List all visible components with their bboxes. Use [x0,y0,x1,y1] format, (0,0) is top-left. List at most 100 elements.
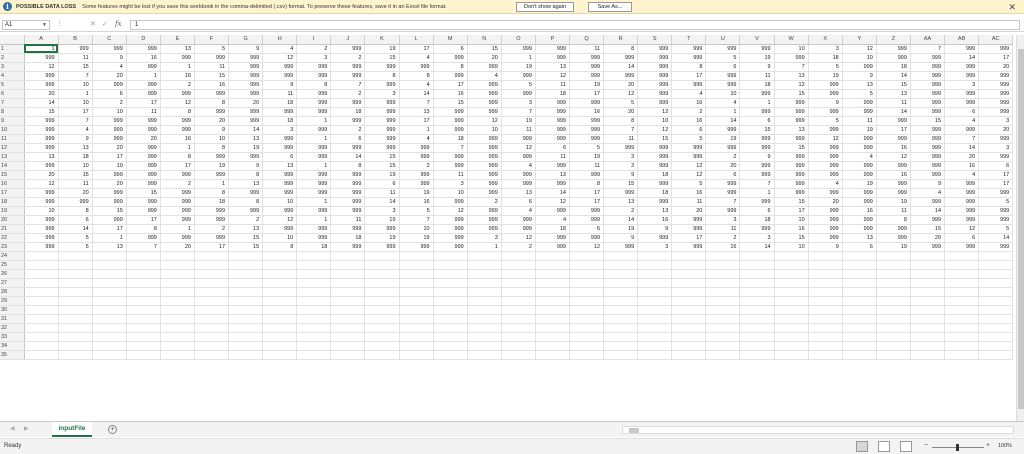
cell[interactable]: 8 [194,143,230,153]
cell[interactable]: 999 [603,188,639,198]
cell[interactable]: 999 [535,161,571,171]
cell[interactable]: 999 [433,224,468,234]
cell[interactable]: 999 [433,242,468,252]
cell[interactable]: 999 [910,242,946,252]
row-header[interactable]: 28 [0,287,25,297]
cell[interactable]: 999 [194,89,230,99]
cell[interactable] [228,251,264,261]
cell[interactable]: 999 [569,134,605,144]
cell[interactable]: 999 [910,71,946,81]
column-header[interactable]: O [501,35,536,45]
cell[interactable] [535,341,571,351]
column-header[interactable]: F [194,35,230,45]
cell[interactable]: 14 [399,89,434,99]
cell[interactable]: 2 [330,125,366,135]
cell[interactable]: 10 [467,125,502,135]
cell[interactable]: 999 [876,233,911,243]
cell[interactable] [92,332,127,342]
cell[interactable]: 5 [603,98,639,108]
cell[interactable]: 999 [637,233,673,243]
cell[interactable]: 16 [399,197,434,207]
cell[interactable] [978,341,1014,351]
cell[interactable]: 19 [364,233,400,243]
cell[interactable]: 999 [774,170,809,180]
cell[interactable]: 14 [944,53,980,63]
cell[interactable]: 17 [160,161,195,171]
row-header[interactable]: 9 [0,116,25,126]
cell[interactable] [126,269,161,279]
cell[interactable]: 15 [24,107,59,117]
cell[interactable]: 20 [910,233,946,243]
cell[interactable] [399,269,434,279]
cell[interactable]: 2 [194,224,230,234]
column-header[interactable]: X [808,35,843,45]
cell[interactable]: 999 [330,242,366,252]
cell[interactable]: 999 [842,134,877,144]
cell[interactable] [739,332,775,342]
column-header[interactable]: K [364,35,400,45]
cell[interactable]: 12 [24,179,59,189]
page-break-icon[interactable] [900,441,912,452]
cell[interactable]: 999 [842,224,877,234]
cell[interactable] [126,341,161,351]
cell[interactable]: 999 [774,179,809,189]
cell[interactable]: 6 [705,170,741,180]
cell[interactable]: 12 [637,107,673,117]
cell[interactable]: 999 [876,224,911,234]
cell[interactable] [535,350,571,360]
cell[interactable] [808,323,843,333]
row-header[interactable]: 20 [0,215,25,225]
cell[interactable] [978,332,1014,342]
cell[interactable] [842,251,877,261]
cell[interactable] [842,323,877,333]
cell[interactable]: 999 [330,197,366,207]
cell[interactable] [228,314,264,324]
cell[interactable] [399,314,434,324]
cell[interactable]: 7 [739,179,775,189]
row-header[interactable]: 21 [0,224,25,234]
cell[interactable] [330,332,366,342]
cell[interactable]: 999 [194,206,230,216]
cell[interactable] [910,332,946,342]
cell[interactable]: 18 [262,116,298,126]
cell[interactable]: 16 [944,161,980,171]
column-header[interactable]: AC [978,35,1014,45]
cell[interactable] [739,314,775,324]
cell[interactable]: 999 [194,53,230,63]
cell[interactable]: 9 [739,62,775,72]
cell[interactable]: 13 [399,107,434,117]
cell[interactable]: 999 [160,89,195,99]
cell[interactable]: 999 [262,179,298,189]
cell[interactable]: 999 [808,152,843,162]
cell[interactable]: 20 [126,134,161,144]
cell[interactable] [978,278,1014,288]
cell[interactable]: 19 [603,224,639,234]
cell[interactable]: 2 [160,179,195,189]
add-sheet-icon[interactable]: + [108,425,117,434]
cell[interactable]: 20 [194,116,230,126]
cell[interactable] [603,260,639,270]
cell[interactable]: 3 [364,206,400,216]
cell[interactable]: 999 [160,206,195,216]
cell[interactable]: 15 [774,143,809,153]
cell[interactable]: 10 [58,80,93,90]
cell[interactable]: 1 [92,233,127,243]
cell[interactable]: 999 [569,98,605,108]
cell[interactable] [160,251,195,261]
cell[interactable] [603,350,639,360]
cell[interactable]: 13 [92,242,127,252]
row-header[interactable]: 29 [0,296,25,306]
cell[interactable]: 11 [58,179,93,189]
cell[interactable]: 11 [330,215,366,225]
cell[interactable]: 9 [58,134,93,144]
cell[interactable]: 999 [296,62,332,72]
row-header[interactable]: 33 [0,332,25,342]
cell[interactable]: 4 [399,134,434,144]
row-header[interactable]: 24 [0,251,25,261]
row-header[interactable]: 6 [0,89,25,99]
cell[interactable]: 2 [330,53,366,63]
cell[interactable]: 12 [433,206,468,216]
cell[interactable]: 999 [24,53,59,63]
cell[interactable] [364,314,400,324]
cell[interactable] [160,287,195,297]
